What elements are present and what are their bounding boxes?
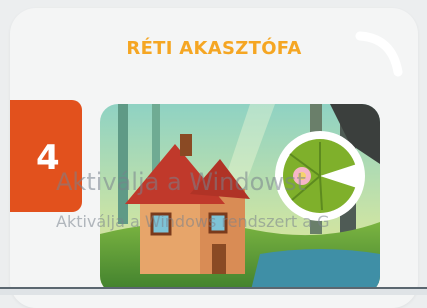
game-artwork[interactable]: [100, 104, 380, 294]
windows-activation-watermark-subtext: Aktiválja a Windows rendszert a G: [56, 212, 330, 231]
windows-activation-watermark: Aktiválja a Windowst: [56, 168, 306, 196]
house-lilypad-illustration: [100, 104, 380, 294]
bottom-strip: [0, 289, 427, 295]
corner-swoosh-decoration: [355, 31, 403, 77]
